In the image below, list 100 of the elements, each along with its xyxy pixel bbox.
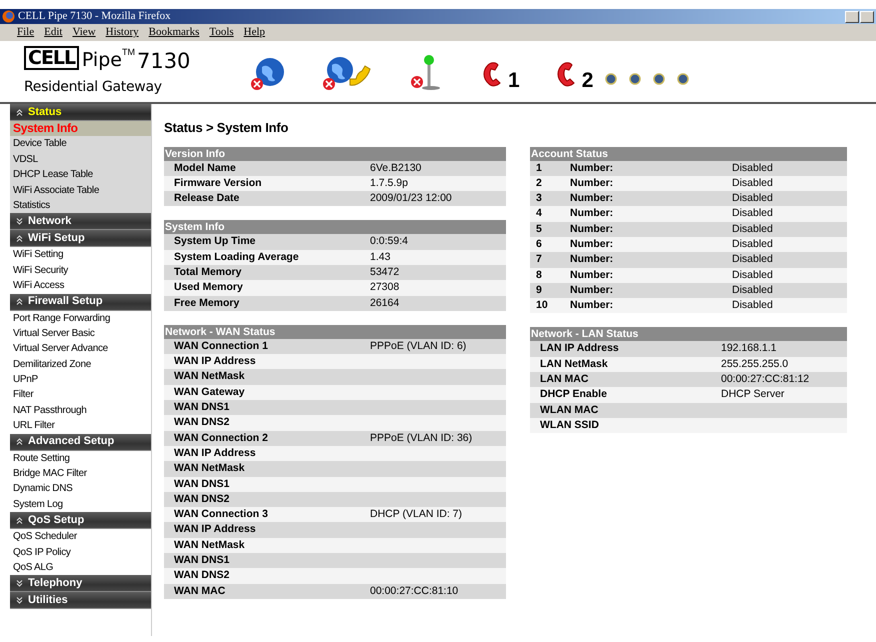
trademark-mark: TM — [122, 46, 135, 59]
menu-item[interactable]: File — [12, 24, 40, 41]
sidebar-link[interactable]: Dynamic DNS — [10, 481, 151, 497]
sidebar-link[interactable]: QoS ALG — [10, 560, 151, 576]
sidebar-link[interactable]: Bridge MAC Filter — [10, 466, 151, 482]
field-value: Disabled — [732, 176, 773, 189]
field-label: WAN Connection 1 — [164, 338, 370, 354]
menu-item[interactable]: Edit — [39, 24, 68, 41]
sidebar-link[interactable]: QoS Scheduler — [10, 529, 151, 545]
field-value: 00:00:27:CC:81:12 — [721, 373, 810, 386]
sidebar-link[interactable]: Device Table — [10, 136, 151, 152]
sidebar-link[interactable]: Filter — [10, 387, 151, 403]
field-label: Firmware Version — [164, 176, 370, 192]
field-value: 6Ve.B2130 — [370, 162, 422, 174]
menu-item[interactable]: View — [67, 24, 101, 41]
sidebar-link[interactable]: NAT Passthrough — [10, 402, 151, 418]
logo-text: Pipe — [82, 48, 122, 73]
sidebar-link[interactable]: Virtual Server Basic — [10, 326, 151, 342]
field-label: WAN Gateway — [164, 384, 370, 400]
field-label: Used Memory — [164, 280, 370, 296]
field-value: 26164 — [370, 296, 400, 309]
sidebar-link[interactable]: System Log — [10, 496, 151, 512]
field-label: DHCP Enable — [530, 387, 721, 403]
sidebar-section-header[interactable]: Firewall Setup — [10, 294, 151, 311]
model-number: 7130 — [136, 48, 190, 75]
menu-item[interactable]: Bookmarks — [144, 24, 204, 41]
row-number: 6 — [530, 236, 560, 252]
sidebar-link[interactable]: Statistics — [10, 198, 151, 214]
field-value: Disabled — [732, 268, 773, 281]
field-label: Free Memory — [164, 296, 370, 311]
sidebar-link[interactable]: VDSL — [10, 152, 151, 168]
row-number: 3 — [530, 191, 560, 206]
table-header: Network - LAN Status — [530, 327, 847, 342]
line-number: 2 — [582, 70, 594, 91]
sidebar-link[interactable]: WiFi Access — [10, 278, 151, 294]
sidebar-link[interactable]: UPnP — [10, 372, 151, 388]
menu-item[interactable]: History — [100, 24, 144, 41]
table-header: Network - WAN Status — [164, 324, 506, 339]
sidebar-section-header[interactable]: WiFi Setup — [10, 230, 151, 248]
field-label: Number: — [560, 176, 732, 192]
field-value: Disabled — [732, 253, 773, 266]
sidebar-section-header[interactable]: QoS Setup — [10, 512, 151, 530]
field-label: WLAN MAC — [530, 402, 721, 418]
field-label: System Up Time — [164, 234, 370, 250]
field-value: Disabled — [732, 162, 773, 174]
menu-item[interactable]: Tools — [204, 24, 239, 41]
sidebar-section-header[interactable]: Status — [10, 104, 151, 121]
field-label: WAN DNS2 — [164, 415, 370, 431]
field-value: 255.255.255.0 — [721, 358, 788, 370]
field-label: WAN NetMask — [164, 461, 370, 477]
field-label: Number: — [560, 298, 732, 314]
field-label: Total Memory — [164, 264, 370, 280]
row-number: 5 — [530, 222, 560, 237]
field-label: WLAN SSID — [530, 418, 721, 434]
browser-icon — [2, 10, 15, 23]
logo-boxed-text: CELL — [24, 46, 80, 70]
field-label: System Loading Average — [164, 250, 370, 265]
sidebar-link[interactable]: Demilitarized Zone — [10, 356, 151, 372]
sidebar-link[interactable]: WiFi Associate Table — [10, 182, 151, 198]
field-label: Number: — [560, 236, 732, 252]
sidebar-link[interactable]: QoS IP Policy — [10, 544, 151, 560]
sidebar-link[interactable]: Route Setting — [10, 450, 151, 466]
status-light-icon — [653, 73, 666, 85]
field-value: 27308 — [370, 281, 400, 294]
page-title: Status > System Info — [164, 119, 290, 137]
menu-item[interactable]: Help — [238, 24, 270, 41]
sidebar-link[interactable]: Virtual Server Advance — [10, 341, 151, 357]
sidebar-link[interactable]: DHCP Lease Table — [10, 167, 151, 183]
row-number: 4 — [530, 206, 560, 222]
minimize-button[interactable] — [845, 10, 859, 22]
field-value: 1.7.5.9p — [370, 176, 408, 189]
field-label: WAN NetMask — [164, 369, 370, 385]
field-value: 0:0:59:4 — [370, 235, 408, 248]
sidebar-link[interactable]: WiFi Setting — [10, 247, 151, 263]
field-value: PPPoE (VLAN ID: 6) — [370, 340, 466, 352]
sidebar-section-header[interactable]: Advanced Setup — [10, 434, 151, 451]
sidebar-section-header[interactable]: Network — [10, 213, 151, 230]
field-label: LAN IP Address — [530, 341, 721, 357]
field-label: Number: — [560, 282, 732, 298]
sidebar-section-header[interactable]: Telephony — [10, 575, 151, 592]
logo-subtitle: Residential Gateway — [24, 78, 163, 98]
restore-button[interactable] — [860, 10, 874, 22]
field-label: WAN IP Address — [164, 522, 370, 538]
field-label: Number: — [560, 191, 732, 206]
sidebar-link[interactable]: WiFi Security — [10, 262, 151, 278]
status-light-icon — [677, 73, 690, 85]
field-label: WAN DNS1 — [164, 553, 370, 568]
row-number: 7 — [530, 252, 560, 268]
field-label: WAN DNS1 — [164, 400, 370, 416]
row-number: 2 — [530, 176, 560, 192]
field-label: Number: — [560, 268, 732, 283]
row-number: 8 — [530, 268, 560, 283]
field-value: 2009/01/23 12:00 — [370, 192, 452, 204]
sidebar-link[interactable]: Port Range Forwarding — [10, 310, 151, 326]
sidebar-link[interactable]: URL Filter — [10, 418, 151, 434]
field-label: WAN DNS2 — [164, 492, 370, 508]
field-value: Disabled — [732, 299, 773, 312]
field-value: 1.43 — [370, 250, 390, 263]
field-label: Release Date — [164, 191, 370, 206]
sidebar-section-header[interactable]: Utilities — [10, 592, 151, 610]
